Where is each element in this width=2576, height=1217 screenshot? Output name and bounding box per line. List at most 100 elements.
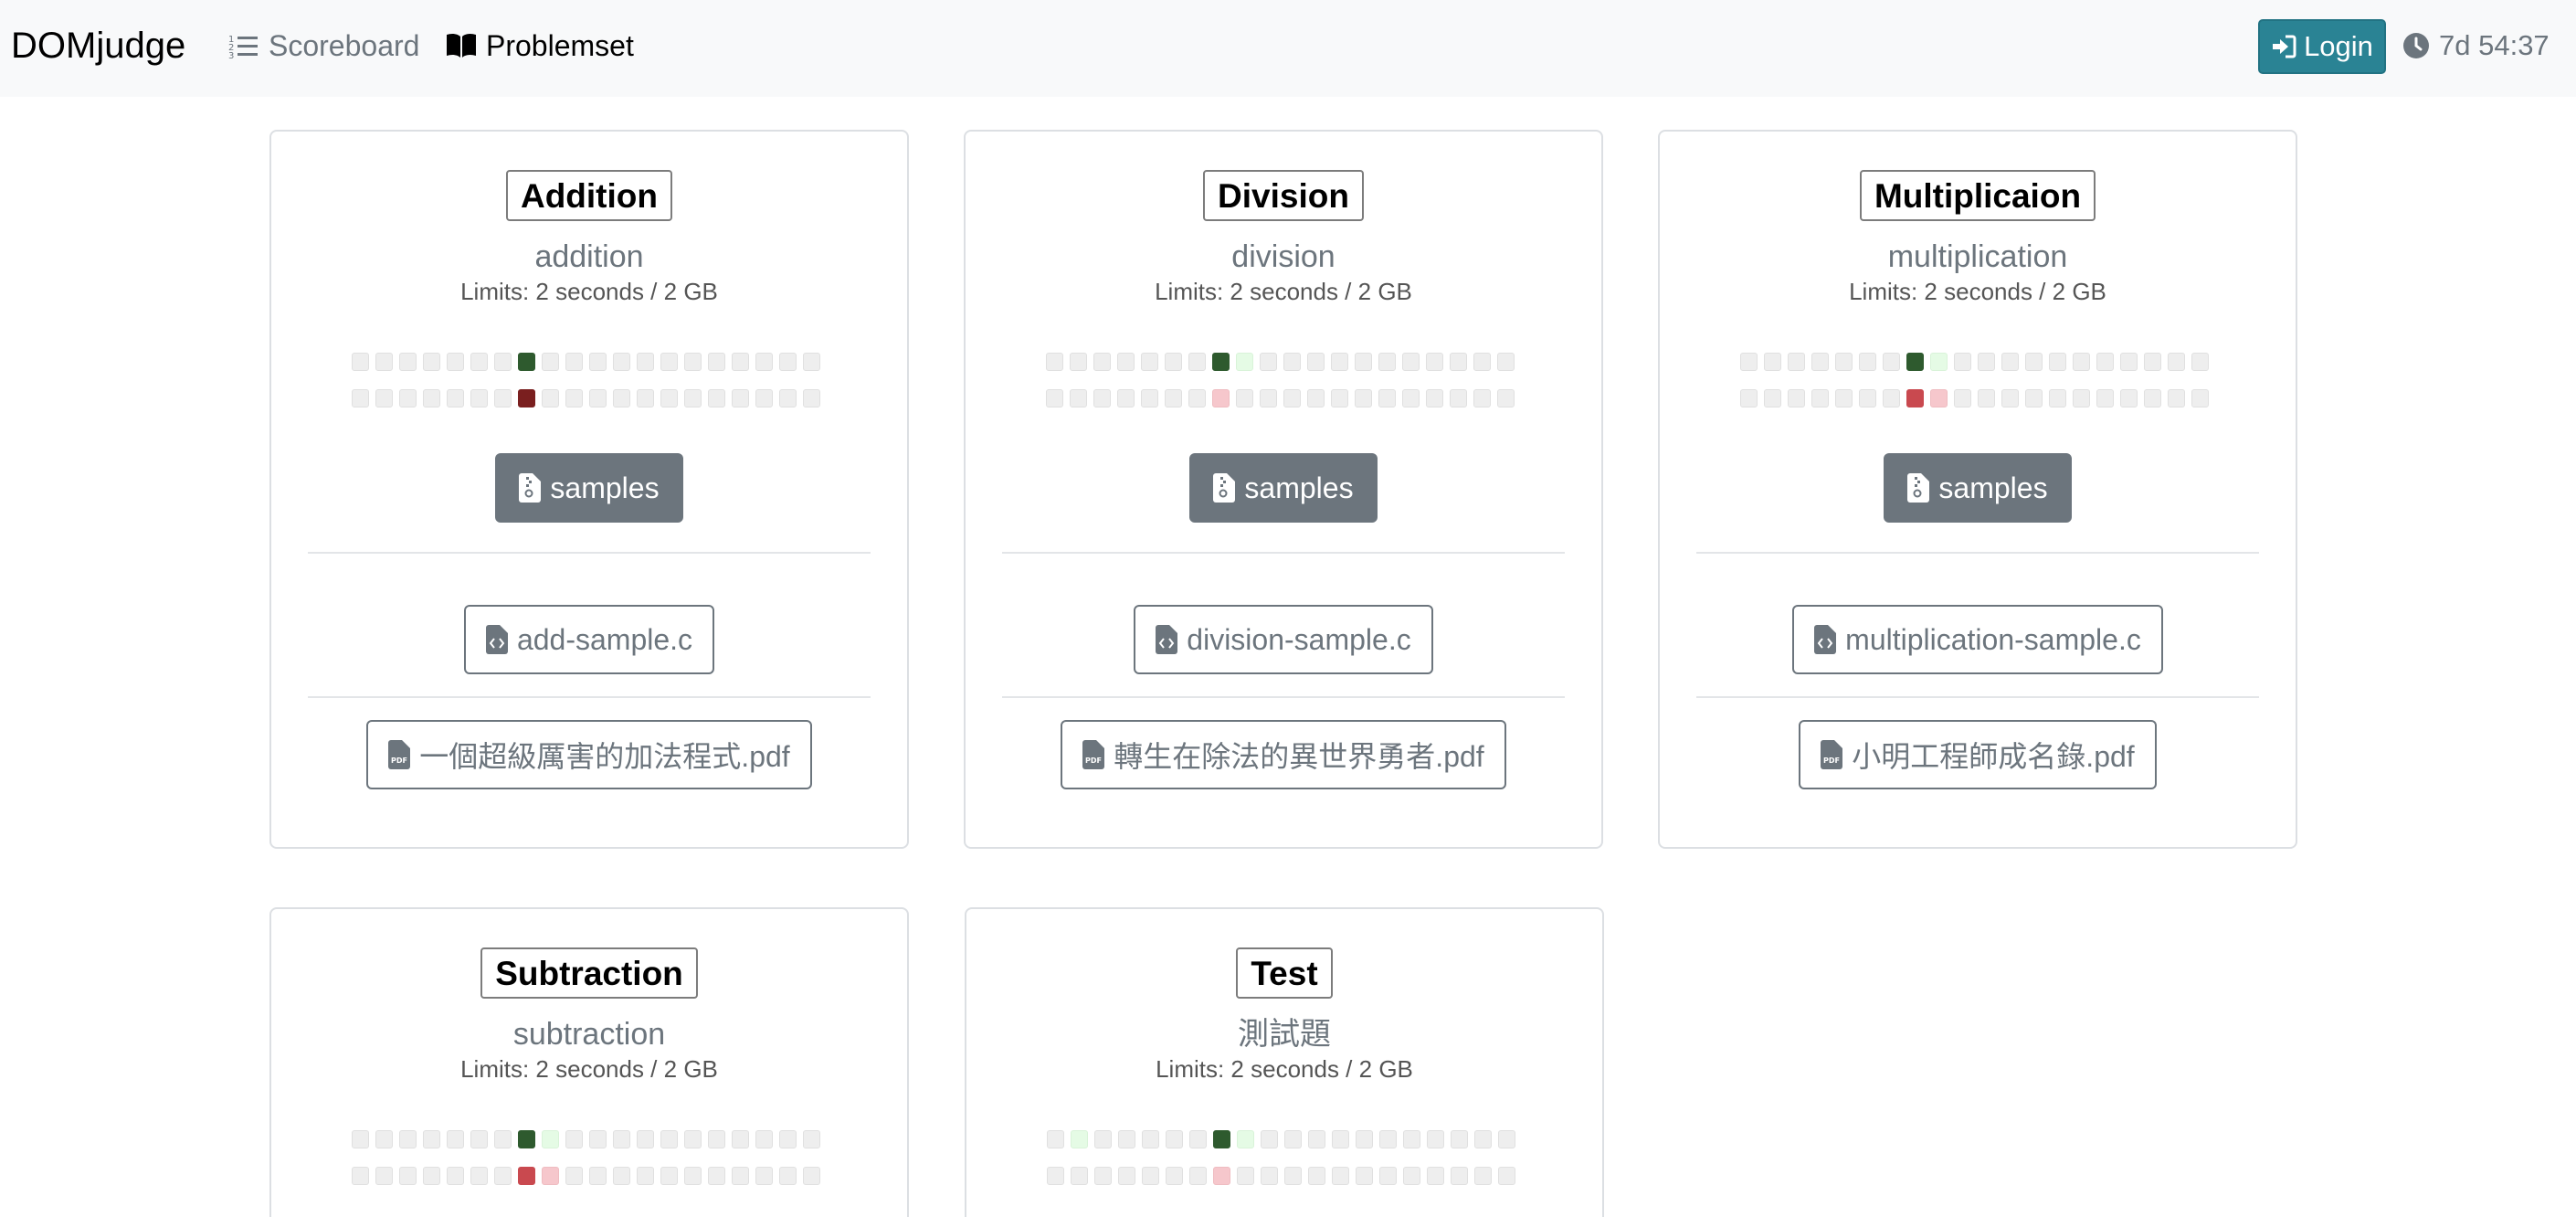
grid-cell bbox=[399, 389, 417, 407]
grid-row bbox=[1740, 389, 2215, 407]
grid-cell bbox=[660, 353, 678, 371]
grid-cell bbox=[1118, 1167, 1135, 1185]
grid-cell bbox=[1954, 389, 1971, 407]
grid-cell bbox=[352, 389, 369, 407]
grid-row bbox=[1046, 353, 1521, 371]
grid-cell bbox=[2073, 353, 2090, 371]
grid-cell bbox=[494, 353, 512, 371]
login-label: Login bbox=[2304, 30, 2373, 62]
grid-cell bbox=[1402, 353, 1420, 371]
submission-grid bbox=[1047, 1130, 1522, 1203]
source-file-button[interactable]: multiplication-sample.c bbox=[1792, 605, 2163, 674]
grid-cell bbox=[1070, 353, 1087, 371]
grid-cell bbox=[732, 1130, 749, 1148]
grid-cell bbox=[1142, 1167, 1159, 1185]
grid-cell bbox=[1811, 353, 1829, 371]
grid-cell bbox=[1930, 389, 1948, 407]
pdf-file-button[interactable]: PDF 小明工程師成名錄.pdf bbox=[1799, 720, 2157, 789]
grid-cell bbox=[1117, 353, 1135, 371]
grid-cell bbox=[1213, 1130, 1230, 1148]
source-file-button[interactable]: add-sample.c bbox=[463, 605, 715, 674]
problem-card-multiplication: Multiplicaion multiplication Limits: 2 s… bbox=[1658, 130, 2297, 849]
grid-cell bbox=[1071, 1167, 1088, 1185]
grid-cell bbox=[1283, 353, 1301, 371]
sign-in-icon bbox=[2273, 35, 2296, 58]
grid-cell bbox=[1403, 1167, 1420, 1185]
grid-cell bbox=[2191, 389, 2209, 407]
grid-cell bbox=[2144, 389, 2161, 407]
svg-text:PDF: PDF bbox=[1823, 757, 1840, 765]
samples-label: samples bbox=[550, 471, 660, 504]
grid-row bbox=[352, 1167, 827, 1185]
pdf-file-button[interactable]: PDF 一個超級厲害的加法程式.pdf bbox=[366, 720, 812, 789]
login-button[interactable]: Login bbox=[2258, 19, 2386, 74]
grid-cell bbox=[375, 1167, 393, 1185]
samples-button[interactable]: samples bbox=[1884, 453, 2072, 523]
grid-cell bbox=[1117, 389, 1135, 407]
grid-cell bbox=[589, 1167, 607, 1185]
nav-scoreboard-link[interactable]: 1 2 3 Scoreboard bbox=[228, 27, 419, 64]
grid-cell bbox=[447, 1167, 464, 1185]
clock-time: 7d 54:37 bbox=[2439, 29, 2550, 61]
grid-cell bbox=[518, 389, 535, 407]
grid-cell bbox=[1426, 353, 1443, 371]
grid-cell bbox=[375, 389, 393, 407]
samples-button[interactable]: samples bbox=[1189, 453, 1378, 523]
source-file-button[interactable]: division-sample.c bbox=[1134, 605, 1433, 674]
grid-cell bbox=[542, 389, 559, 407]
file-pdf-icon: PDF bbox=[388, 740, 411, 769]
grid-cell bbox=[637, 1130, 654, 1148]
grid-cell bbox=[684, 1167, 702, 1185]
grid-cell bbox=[1978, 353, 1995, 371]
grid-cell bbox=[1356, 1130, 1373, 1148]
grid-cell bbox=[589, 353, 607, 371]
submission-grid bbox=[352, 1130, 827, 1203]
grid-cell bbox=[470, 353, 488, 371]
grid-cell bbox=[613, 1167, 630, 1185]
pdf-file-button[interactable]: PDF 轉生在除法的異世界勇者.pdf bbox=[1061, 720, 1506, 789]
grid-cell bbox=[1284, 1167, 1302, 1185]
grid-cell bbox=[1451, 1130, 1468, 1148]
grid-cell bbox=[1930, 353, 1948, 371]
grid-cell bbox=[684, 1130, 702, 1148]
grid-cell bbox=[2025, 389, 2043, 407]
grid-cell bbox=[470, 1130, 488, 1148]
problem-limits: Limits: 2 seconds / 2 GB bbox=[1849, 278, 2106, 305]
pdf-file-label: 小明工程師成名錄.pdf bbox=[1852, 740, 2135, 773]
problem-card-test: Test 測試題 Limits: 2 seconds / 2 GB bbox=[965, 907, 1604, 1217]
grid-cell bbox=[1046, 353, 1063, 371]
grid-cell bbox=[2049, 389, 2066, 407]
brand-logo[interactable]: DOMjudge bbox=[11, 24, 185, 68]
grid-cell bbox=[1166, 1130, 1183, 1148]
grid-cell bbox=[708, 1130, 725, 1148]
grid-cell bbox=[1379, 1130, 1397, 1148]
nav-problemset-link[interactable]: Problemset bbox=[446, 27, 634, 64]
grid-cell bbox=[660, 1167, 678, 1185]
grid-cell bbox=[2025, 353, 2043, 371]
problem-title: Subtraction bbox=[480, 947, 698, 999]
grid-cell bbox=[1307, 353, 1325, 371]
grid-cell bbox=[1450, 389, 1467, 407]
navbar: DOMjudge 1 2 3 Scoreboard Problemset Log… bbox=[0, 0, 2576, 97]
grid-cell bbox=[1189, 1130, 1207, 1148]
grid-cell bbox=[1166, 1167, 1183, 1185]
grid-cell bbox=[1071, 1130, 1088, 1148]
grid-cell bbox=[352, 353, 369, 371]
grid-cell bbox=[1046, 389, 1063, 407]
samples-button[interactable]: samples bbox=[495, 453, 683, 523]
grid-cell bbox=[1835, 353, 1853, 371]
grid-cell bbox=[494, 1167, 512, 1185]
submission-grid bbox=[352, 353, 827, 426]
grid-cell bbox=[352, 1167, 369, 1185]
grid-cell bbox=[2120, 389, 2138, 407]
grid-cell bbox=[447, 1130, 464, 1148]
grid-cell bbox=[708, 353, 725, 371]
grid-cell bbox=[1260, 389, 1277, 407]
grid-cell bbox=[1356, 1167, 1373, 1185]
grid-cell bbox=[1427, 1167, 1444, 1185]
nav-problemset-label: Problemset bbox=[486, 29, 634, 62]
grid-cell bbox=[1788, 389, 1805, 407]
problem-shortname: 測試題 bbox=[1238, 1017, 1331, 1052]
grid-cell bbox=[1213, 1167, 1230, 1185]
grid-cell bbox=[1764, 353, 1781, 371]
